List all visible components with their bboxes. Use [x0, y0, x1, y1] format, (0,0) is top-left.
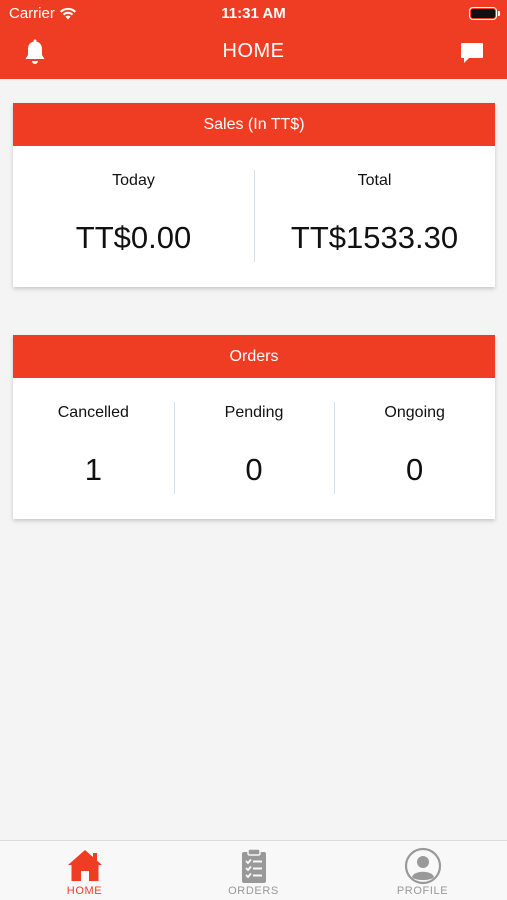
sales-total-value: TT$1533.30 [290, 220, 459, 255]
orders-card: Orders Cancelled 1 Pending 0 Ongoing 0 [13, 335, 495, 519]
status-time: 11:31 AM [221, 5, 286, 22]
orders-card-body: Cancelled 1 Pending 0 Ongoing 0 [13, 378, 495, 519]
sales-total-label: Total [357, 172, 392, 189]
tab-home[interactable]: HOME [0, 841, 169, 900]
orders-card-header: Orders [13, 335, 495, 378]
tab-orders-label: ORDERS [228, 885, 279, 897]
battery-icon [469, 7, 500, 20]
chat-bubble-icon[interactable] [459, 40, 485, 66]
tab-profile-label: PROFILE [396, 885, 449, 897]
tab-orders[interactable]: ORDERS [169, 841, 338, 900]
orders-ongoing-count: 0 [406, 452, 424, 487]
sales-today-value: TT$0.00 [75, 220, 192, 255]
clipboard-list-icon [241, 848, 266, 883]
status-bar: Carrier 11:31 AM [0, 0, 507, 28]
orders-cancelled-label: Cancelled [57, 404, 129, 421]
user-circle-icon [404, 847, 441, 885]
page-title: HOME [222, 40, 285, 62]
sales-today-label: Today [112, 172, 155, 189]
tab-home-label: HOME [66, 885, 103, 897]
orders-ongoing-label: Ongoing [384, 404, 445, 421]
tab-bar: HOME ORDERS PROFILE [0, 840, 507, 900]
sales-today-cell: Today TT$0.00 [13, 146, 254, 287]
orders-pending-cell[interactable]: Pending 0 [173, 378, 335, 519]
orders-cancelled-count: 1 [84, 452, 102, 487]
orders-pending-label: Pending [224, 404, 284, 421]
tab-profile[interactable]: PROFILE [338, 841, 507, 900]
sales-card-header: Sales (In TT$) [13, 103, 495, 146]
orders-cancelled-cell[interactable]: Cancelled 1 [13, 378, 174, 519]
battery-level [471, 9, 495, 18]
orders-ongoing-cell[interactable]: Ongoing 0 [334, 378, 495, 519]
home-icon [67, 850, 102, 881]
sales-total-cell: Total TT$1533.30 [254, 146, 495, 287]
nav-bar: HOME [0, 28, 507, 79]
sales-card-body: Today TT$0.00 Total TT$1533.30 [13, 146, 495, 287]
sales-card: Sales (In TT$) Today TT$0.00 Total TT$15… [13, 103, 495, 287]
orders-pending-count: 0 [245, 452, 263, 487]
